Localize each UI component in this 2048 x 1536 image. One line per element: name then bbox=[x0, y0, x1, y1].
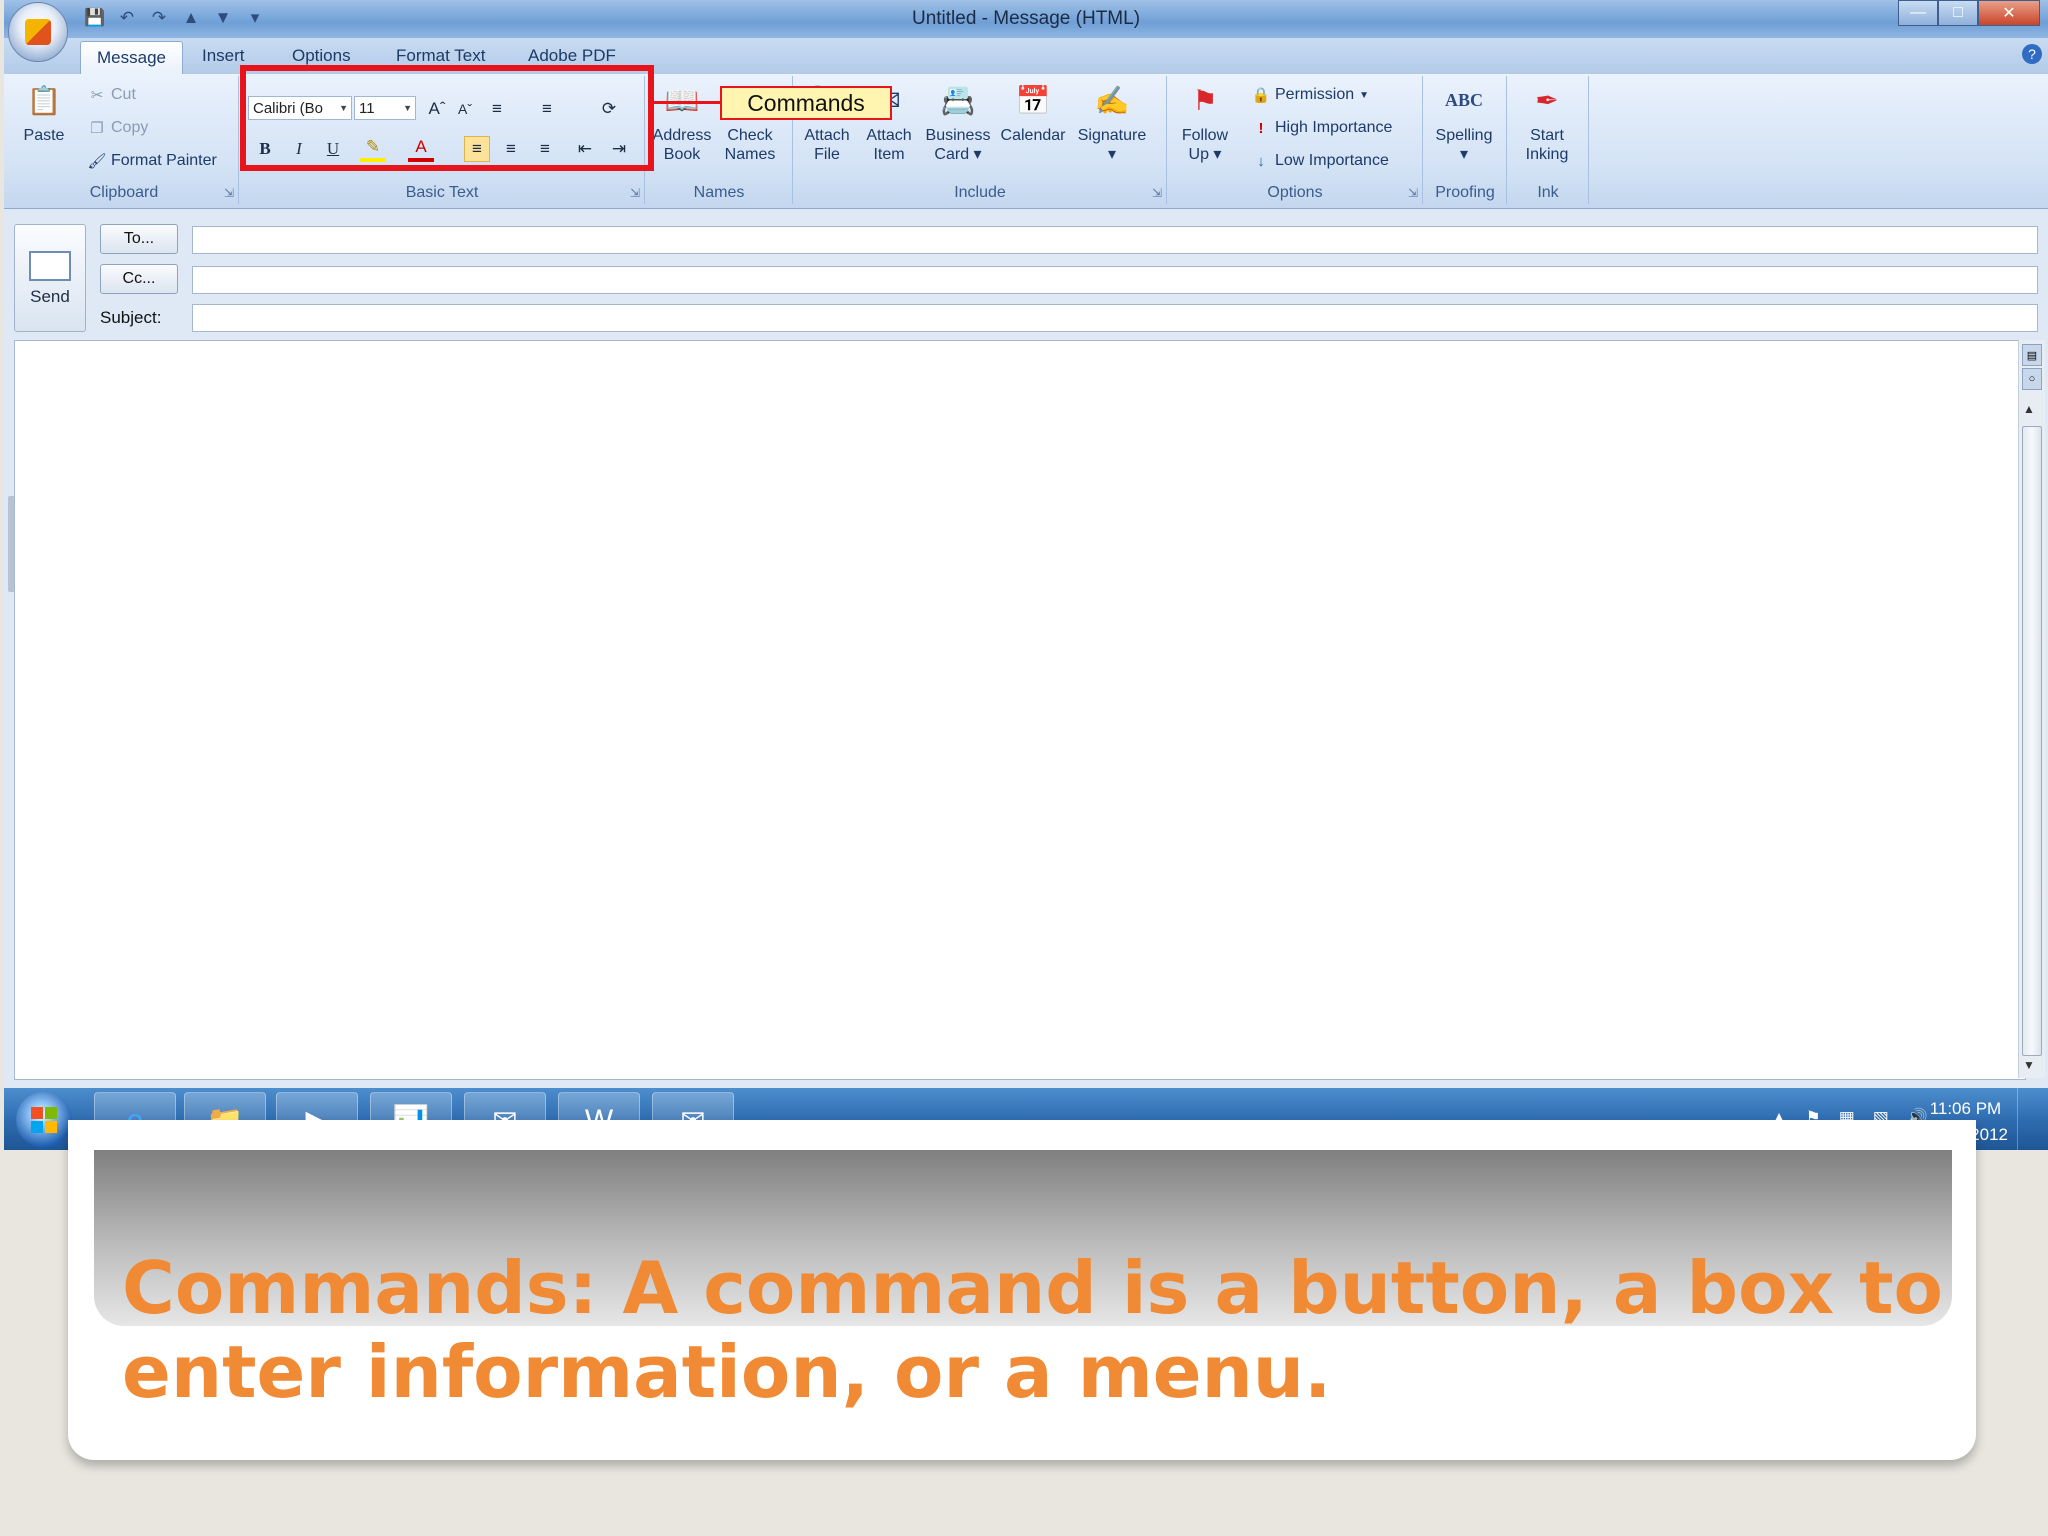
next-item-icon[interactable]: ▼ bbox=[210, 6, 236, 30]
calendar-icon: 📅 bbox=[1015, 84, 1051, 116]
close-button[interactable]: ✕ bbox=[1978, 0, 2040, 26]
options-group: ⚑ Follow Up ▾ 🔒 Permission ▼ ! High Importa… bbox=[1168, 76, 1423, 204]
proofing-group-label: Proofing bbox=[1435, 184, 1495, 201]
commands-highlight-box bbox=[240, 65, 654, 171]
pen-icon: ✒ bbox=[1535, 84, 1559, 116]
clock-time: 11:06 PM bbox=[1929, 1099, 2002, 1118]
spelling-abc-icon: ABC bbox=[1444, 89, 1483, 110]
commands-callout-line bbox=[654, 101, 720, 104]
low-importance-button[interactable]: ↓ Low Importance bbox=[1252, 152, 1389, 170]
window-title: Untitled - Message (HTML) bbox=[911, 8, 1141, 29]
redo-icon[interactable]: ↷ bbox=[146, 6, 172, 30]
vertical-scrollbar[interactable]: ▤ ○ ▲ ▼ bbox=[2018, 340, 2045, 1078]
options-group-label: Options bbox=[1267, 184, 1323, 201]
paste-icon: 📋 bbox=[26, 84, 62, 116]
permission-button[interactable]: 🔒 Permission ▼ bbox=[1252, 86, 1369, 104]
start-inking-button[interactable]: ✒ Start Inking bbox=[1512, 80, 1582, 164]
maximize-button[interactable]: □ bbox=[1938, 0, 1978, 26]
caption-line-1: Commands: A command is a button, a box t… bbox=[122, 1246, 1943, 1330]
subject-label: Subject: bbox=[100, 308, 162, 327]
names-group-label: Names bbox=[693, 184, 745, 201]
scroll-up-icon[interactable]: ▲ bbox=[2023, 402, 2035, 416]
clipboard-launcher-icon[interactable]: ⇲ bbox=[224, 186, 234, 200]
options-launcher-icon[interactable]: ⇲ bbox=[1408, 186, 1418, 200]
scroll-thumb[interactable] bbox=[2022, 426, 2042, 1056]
include-group-label: Include bbox=[954, 184, 1006, 201]
quick-access-toolbar: 💾 ↶ ↷ ▲ ▼ ▾ bbox=[82, 6, 268, 30]
address-book-button[interactable]: 📖 Address Book bbox=[650, 80, 714, 164]
cc-button[interactable]: Cc... bbox=[100, 264, 178, 294]
format-painter-button[interactable]: 🖌 Format Painter bbox=[87, 152, 216, 170]
tab-insert[interactable]: Insert bbox=[202, 46, 245, 66]
message-body[interactable] bbox=[14, 340, 2026, 1080]
tab-format-text[interactable]: Format Text bbox=[396, 46, 485, 66]
copy-icon: ❐ bbox=[90, 120, 104, 137]
address-book-icon: 📖 bbox=[664, 84, 700, 116]
down-arrow-icon: ↓ bbox=[1257, 152, 1265, 170]
to-field[interactable] bbox=[192, 226, 2038, 254]
include-launcher-icon[interactable]: ⇲ bbox=[1152, 186, 1162, 200]
business-card-icon: 📇 bbox=[940, 84, 976, 116]
exclamation-icon: ! bbox=[1258, 119, 1264, 137]
scroll-down-icon[interactable]: ▼ bbox=[2023, 1058, 2035, 1072]
save-icon[interactable]: 💾 bbox=[82, 6, 108, 30]
spelling-button[interactable]: ABC Spelling ▾ bbox=[1428, 80, 1500, 164]
commands-callout-label: Commands bbox=[720, 86, 892, 120]
signature-button[interactable]: ✍ Signature ▾ bbox=[1072, 80, 1152, 164]
high-importance-button[interactable]: ! High Importance bbox=[1252, 119, 1393, 137]
show-desktop-button[interactable] bbox=[2017, 1088, 2048, 1150]
help-icon[interactable]: ? bbox=[2022, 44, 2042, 64]
clipboard-group-label: Clipboard bbox=[89, 184, 159, 201]
cut-button[interactable]: ✂ Cut bbox=[88, 86, 136, 104]
basic-text-group-label: Basic Text bbox=[405, 184, 479, 201]
send-button[interactable]: Send bbox=[14, 224, 86, 332]
scissors-icon: ✂ bbox=[90, 87, 104, 104]
subject-field[interactable] bbox=[192, 304, 2038, 332]
window-controls: — □ ✕ bbox=[1898, 0, 2040, 26]
permission-icon: 🔒 bbox=[1251, 87, 1271, 104]
calendar-button[interactable]: 📅 Calendar bbox=[998, 80, 1068, 145]
ruler-icon[interactable]: ▤ bbox=[2022, 344, 2042, 366]
undo-icon[interactable]: ↶ bbox=[114, 6, 140, 30]
paste-button[interactable]: 📋 Paste bbox=[16, 80, 72, 145]
basic-text-launcher-icon[interactable]: ⇲ bbox=[630, 186, 640, 200]
ink-group: ✒ Start Inking Ink bbox=[1508, 76, 1589, 204]
previous-item-icon[interactable]: ▲ bbox=[178, 6, 204, 30]
message-header: Send To... Cc... Subject: bbox=[4, 210, 2048, 338]
cc-field[interactable] bbox=[192, 266, 2038, 294]
copy-button[interactable]: ❐ Copy bbox=[88, 119, 148, 137]
ink-group-label: Ink bbox=[1537, 184, 1559, 201]
business-card-button[interactable]: 📇 Business Card ▾ bbox=[922, 80, 994, 164]
minimize-button[interactable]: — bbox=[1898, 0, 1938, 26]
tab-options[interactable]: Options bbox=[292, 46, 351, 66]
flag-icon: ⚑ bbox=[1192, 84, 1218, 116]
clipboard-group: 📋 Paste ✂ Cut ❐ Copy 🖌 Format Painter Clipb… bbox=[10, 76, 239, 204]
brush-icon: 🖌 bbox=[87, 153, 107, 170]
caption-line-2: enter information, or a menu. bbox=[122, 1330, 1332, 1414]
title-bar: Untitled - Message (HTML) 💾 ↶ ↷ ▲ ▼ ▾ — … bbox=[4, 0, 2048, 38]
select-browse-icon[interactable]: ○ bbox=[2022, 368, 2042, 390]
office-logo-icon bbox=[25, 19, 51, 45]
slide-caption: Commands: A command is a button, a box t… bbox=[122, 1246, 1952, 1414]
signature-icon: ✍ bbox=[1094, 84, 1130, 116]
office-button[interactable] bbox=[8, 2, 68, 62]
start-button[interactable] bbox=[16, 1092, 72, 1148]
proofing-group: ABC Spelling ▾ Proofing bbox=[1424, 76, 1507, 204]
outlook-window: Untitled - Message (HTML) 💾 ↶ ↷ ▲ ▼ ▾ — … bbox=[4, 0, 2048, 1150]
envelope-icon bbox=[29, 251, 71, 281]
windows-logo-icon bbox=[31, 1107, 57, 1133]
follow-up-button[interactable]: ⚑ Follow Up ▾ bbox=[1172, 80, 1238, 164]
tab-adobe-pdf[interactable]: Adobe PDF bbox=[528, 46, 616, 66]
customize-qat-icon[interactable]: ▾ bbox=[242, 6, 268, 30]
to-button[interactable]: To... bbox=[100, 224, 178, 254]
